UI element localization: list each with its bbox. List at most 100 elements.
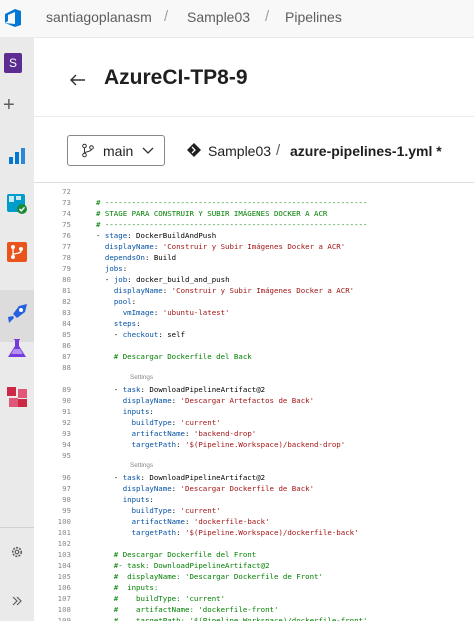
code-text: # STAGE PARA CONSTRUIR Y SUBIR IMÁGENES …: [96, 209, 328, 218]
code-line[interactable]: 77 displayName: 'Construir y Subir Imáge…: [34, 241, 474, 252]
repos-icon[interactable]: [0, 238, 34, 266]
code-line[interactable]: 99 buildType: 'current': [34, 505, 474, 516]
code-line[interactable]: 88: [34, 362, 474, 373]
branch-selector-button[interactable]: main: [67, 135, 165, 166]
line-number: 92: [62, 418, 71, 427]
code-line[interactable]: 101 targetPath: '$(Pipeline.Workspace)/d…: [34, 527, 474, 538]
line-number: 91: [62, 407, 71, 416]
azure-devops-logo-icon[interactable]: [3, 8, 23, 28]
code-text: # artifactName: 'dockerfile-front': [96, 605, 279, 614]
rail-divider: [0, 527, 34, 528]
chevron-down-icon: [142, 147, 154, 154]
add-icon[interactable]: +: [3, 95, 15, 115]
code-line[interactable]: 74 # STAGE PARA CONSTRUIR Y SUBIR IMÁGENE…: [34, 208, 474, 219]
line-number: 78: [62, 253, 71, 262]
code-text: targetPath: '$(Pipeline.Workspace)/backe…: [131, 440, 346, 449]
code-line[interactable]: 92 buildType: 'current': [34, 417, 474, 428]
code-line[interactable]: 94 targetPath: '$(Pipeline.Workspace)/ba…: [34, 439, 474, 450]
code-text: dependsOn: Build: [104, 253, 177, 262]
code-line[interactable]: 107 # buildType: 'current': [34, 593, 474, 604]
overview-icon[interactable]: [0, 142, 34, 170]
code-text: targetPath: '$(Pipeline.Workspace)/docke…: [131, 528, 359, 537]
code-text: - task: DownloadPipelineArtifact@2: [96, 385, 266, 394]
code-text: displayName: 'Construir y Subir Imágenes…: [113, 286, 355, 295]
breadcrumb-org[interactable]: santiagoplanasm: [46, 9, 152, 25]
line-number: 108: [57, 605, 71, 614]
code-line[interactable]: 75 # ------------------------------------…: [34, 219, 474, 230]
code-line[interactable]: 100 artifactName: 'dockerfile-back': [34, 516, 474, 527]
code-text: - job: docker_build_and_push: [96, 275, 230, 284]
code-text: buildType: 'current': [131, 418, 221, 427]
code-line[interactable]: 103 # Descargar Dockerfile del Front: [34, 549, 474, 560]
code-line[interactable]: 109 # targetPath: '$(Pipeline.Workspace)…: [34, 615, 474, 621]
pipelines-icon[interactable]: [0, 294, 34, 334]
line-number: 87: [62, 352, 71, 361]
code-line[interactable]: 86: [34, 340, 474, 351]
code-line[interactable]: 72: [34, 186, 474, 197]
breadcrumb-project[interactable]: Sample03: [187, 9, 250, 25]
code-line[interactable]: 93 artifactName: 'backend-drop': [34, 428, 474, 439]
line-number: 81: [62, 286, 71, 295]
code-line[interactable]: 78 dependsOn: Build: [34, 252, 474, 263]
line-number: 99: [62, 506, 71, 515]
breadcrumb-pipelines[interactable]: Pipelines: [285, 9, 342, 25]
boards-icon[interactable]: [0, 190, 34, 218]
path-repo[interactable]: Sample03: [208, 143, 271, 159]
line-number: 104: [57, 561, 71, 570]
code-line[interactable]: 84 steps:: [34, 318, 474, 329]
settings-codelens[interactable]: Settings: [130, 373, 153, 383]
branch-icon: [82, 143, 94, 158]
code-line[interactable]: 73 # ------------------------------------…: [34, 197, 474, 208]
code-line[interactable]: 108 # artifactName: 'dockerfile-front': [34, 604, 474, 615]
code-text: # Descargar Dockerfile del Back: [96, 352, 252, 361]
line-number: 84: [62, 319, 71, 328]
code-text: # inputs:: [96, 583, 159, 592]
line-number: 80: [62, 275, 71, 284]
code-text: inputs:: [122, 495, 154, 504]
code-text: displayName: 'Descargar Dockerfile de Ba…: [122, 484, 315, 493]
project-avatar[interactable]: S: [4, 53, 22, 73]
line-number: 103: [57, 550, 71, 559]
code-line[interactable]: 82 pool:: [34, 296, 474, 307]
settings-codelens[interactable]: Settings: [130, 461, 153, 471]
settings-icon[interactable]: [0, 538, 34, 566]
test-plans-icon[interactable]: [0, 334, 34, 362]
code-line[interactable]: 85 - checkout: self: [34, 329, 474, 340]
code-line[interactable]: 91 inputs:: [34, 406, 474, 417]
line-number: 102: [57, 539, 71, 548]
code-text: jobs:: [104, 264, 128, 273]
back-arrow-icon[interactable]: [68, 70, 88, 90]
code-line[interactable]: 87 # Descargar Dockerfile del Back: [34, 351, 474, 362]
line-number: 75: [62, 220, 71, 229]
line-number: 105: [57, 572, 71, 581]
code-line[interactable]: 102: [34, 538, 474, 549]
code-line[interactable]: 76 - stage: DockerBuildAndPush: [34, 230, 474, 241]
code-text: # targetPath: '$(Pipeline.Workspace)/doc…: [96, 616, 368, 621]
code-line[interactable]: 97 displayName: 'Descargar Dockerfile de…: [34, 483, 474, 494]
line-number: 83: [62, 308, 71, 317]
code-line[interactable]: 81 displayName: 'Construir y Subir Imáge…: [34, 285, 474, 296]
code-line[interactable]: 106 # inputs:: [34, 582, 474, 593]
top-bar: santiagoplanasm / Sample03 / Pipelines: [0, 0, 474, 38]
expand-icon[interactable]: [0, 587, 34, 615]
code-text: - task: DownloadPipelineArtifact@2: [96, 473, 266, 482]
code-text: #- task: DownloadPipelineArtifact@2: [96, 561, 270, 570]
code-line[interactable]: 95: [34, 450, 474, 461]
code-line[interactable]: 90 displayName: 'Descargar Artefactos de…: [34, 395, 474, 406]
code-line[interactable]: 89 - task: DownloadPipelineArtifact@2: [34, 384, 474, 395]
code-line[interactable]: 104 #- task: DownloadPipelineArtifact@2: [34, 560, 474, 571]
path-separator: /: [276, 142, 281, 159]
artifacts-icon[interactable]: [0, 383, 34, 411]
code-line[interactable]: 83 vmImage: 'ubuntu-latest': [34, 307, 474, 318]
code-text: # --------------------------------------…: [96, 220, 368, 229]
code-line[interactable]: 98 inputs:: [34, 494, 474, 505]
line-number: 95: [62, 451, 71, 460]
yaml-editor[interactable]: 72 73 # ----------------------------------…: [34, 183, 474, 621]
code-line[interactable]: 96 - task: DownloadPipelineArtifact@2: [34, 472, 474, 483]
code-line[interactable]: 80 - job: docker_build_and_push: [34, 274, 474, 285]
code-text: buildType: 'current': [131, 506, 221, 515]
code-line[interactable]: 105 # displayName: 'Descargar Dockerfile…: [34, 571, 474, 582]
path-file-name: azure-pipelines-1.yml *: [290, 143, 442, 159]
code-line[interactable]: 79 jobs:: [34, 263, 474, 274]
line-number: 73: [62, 198, 71, 207]
